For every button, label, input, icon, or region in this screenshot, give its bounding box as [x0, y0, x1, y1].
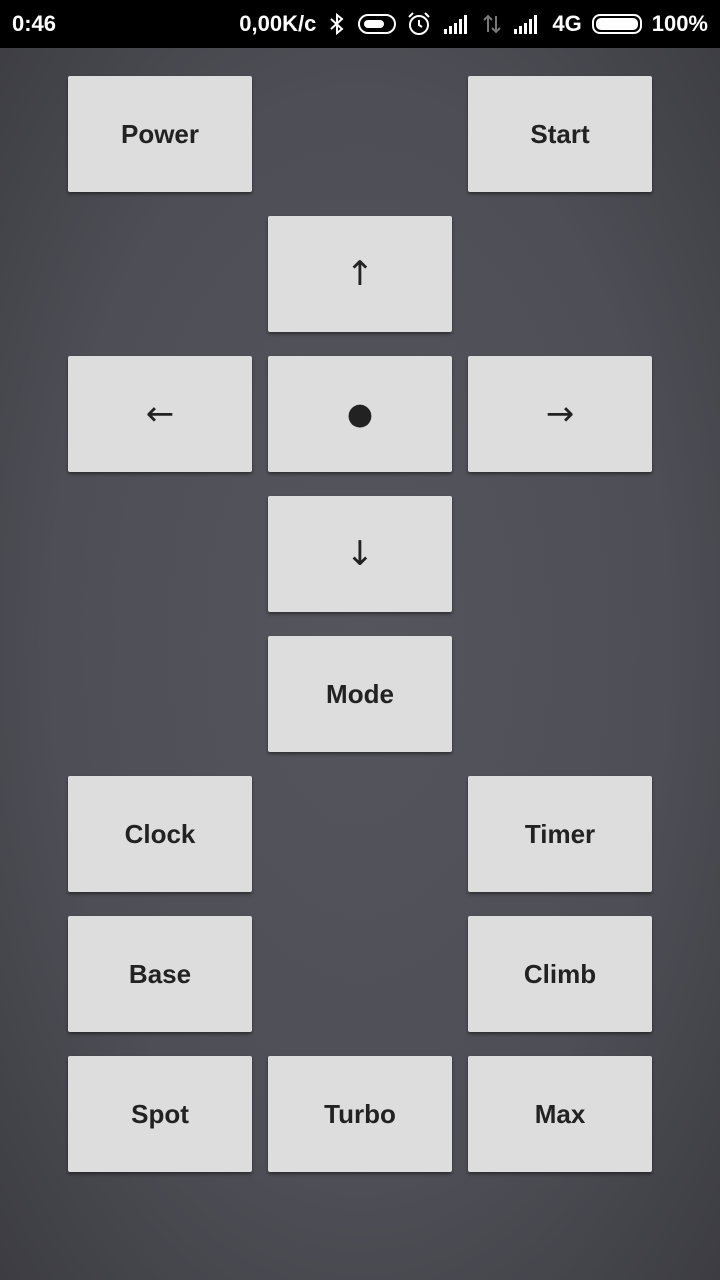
power-button[interactable]: Power — [68, 76, 252, 192]
bluetooth-icon — [326, 12, 348, 36]
down-arrow-button[interactable]: ↓ — [268, 496, 452, 612]
start-button[interactable]: Start — [468, 76, 652, 192]
alarm-icon — [406, 11, 432, 37]
battery-icon — [591, 14, 642, 34]
turbo-button[interactable]: Turbo — [268, 1056, 452, 1172]
spot-button[interactable]: Spot — [68, 1056, 252, 1172]
battery-percent: 100% — [651, 11, 708, 36]
center-button[interactable]: ● — [268, 356, 452, 472]
battery-fill — [595, 18, 638, 30]
mode-button[interactable]: Mode — [268, 636, 452, 752]
network-speed: 0,00K/c — [239, 11, 317, 36]
toggle-icon — [358, 13, 397, 35]
signal-icon — [512, 13, 542, 35]
status-time: 0:46 — [12, 11, 57, 36]
status-indicators: 0,00K/c 4G 100% — [239, 11, 708, 37]
clock-button[interactable]: Clock — [68, 776, 252, 892]
status-bar: 0:46 0,00K/c 4G 100% — [0, 0, 720, 48]
timer-button[interactable]: Timer — [468, 776, 652, 892]
network-type: 4G — [552, 11, 582, 36]
base-button[interactable]: Base — [68, 916, 252, 1032]
left-arrow-button[interactable]: ← — [68, 356, 252, 472]
data-arrows-icon — [482, 12, 502, 36]
climb-button[interactable]: Climb — [468, 916, 652, 1032]
up-arrow-button[interactable]: ↑ — [268, 216, 452, 332]
max-button[interactable]: Max — [468, 1056, 652, 1172]
signal-icon — [442, 13, 472, 35]
remote-screen: 0:46 0,00K/c 4G 100% Power Start ↑ ← ● →… — [0, 0, 720, 1280]
right-arrow-button[interactable]: → — [468, 356, 652, 472]
